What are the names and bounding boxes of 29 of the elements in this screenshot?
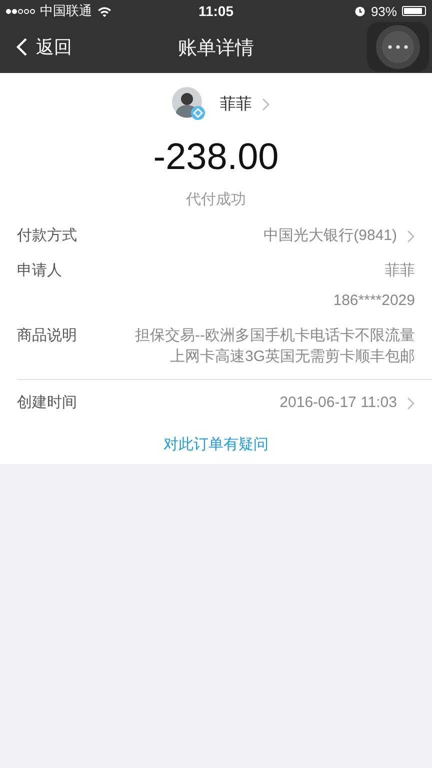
field-value: 2016-06-17 11:03 <box>280 393 397 413</box>
battery-percent: 93% <box>370 4 397 18</box>
field-label: 创建时间 <box>17 393 77 413</box>
payee-link[interactable]: 菲菲 <box>220 94 270 114</box>
battery-icon <box>402 6 426 16</box>
wifi-icon <box>97 6 112 16</box>
payment-status: 代付成功 <box>185 190 247 209</box>
field-value: 上网卡高速3G英国无需剪卡顺丰包邮 <box>170 347 415 367</box>
chevron-icon[interactable] <box>407 230 415 243</box>
chevron-icon <box>262 98 270 110</box>
more-icon <box>388 45 408 49</box>
page-title: 账单详情 <box>178 36 254 60</box>
field-value: 菲菲 <box>385 261 415 281</box>
back-button[interactable]: 返回 <box>14 33 74 61</box>
field-label: 商品说明 <box>17 326 77 346</box>
clock-time: 11:05 <box>198 3 234 19</box>
alarm-icon <box>354 5 366 17</box>
amount: -238.00 <box>152 136 280 178</box>
avatar-icon <box>172 87 206 121</box>
field-value: 担保交易--欧洲多国手机卡电话卡不限流量 <box>135 326 415 346</box>
carrier-name: 中国联通 <box>40 2 92 20</box>
field-label: 申请人 <box>17 261 62 281</box>
field-label: 付款方式 <box>17 226 77 246</box>
chevron-icon[interactable] <box>407 397 415 410</box>
field-value: 中国光大银行(9841) <box>264 226 397 246</box>
back-chevron-icon <box>16 37 28 57</box>
field-value: 186****2029 <box>333 291 415 311</box>
floating-menu-button[interactable] <box>367 22 429 72</box>
signal-icon <box>6 8 35 14</box>
